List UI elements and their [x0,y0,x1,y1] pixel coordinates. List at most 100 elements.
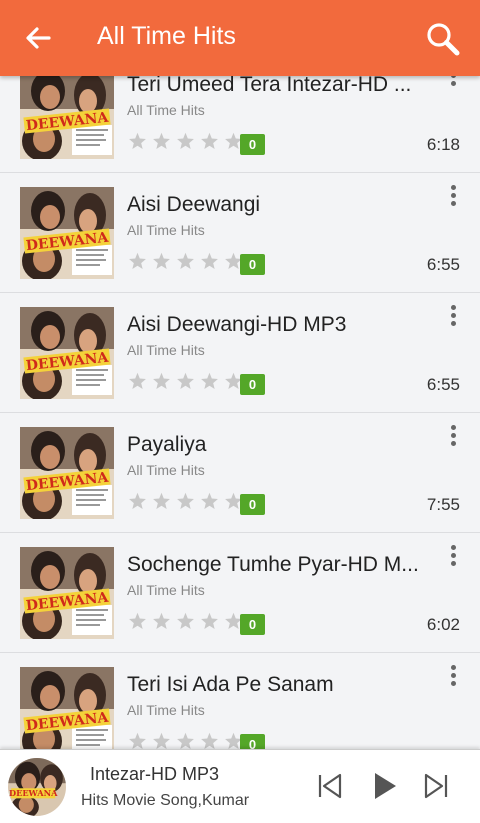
more-vert-icon [450,424,456,430]
star-icon[interactable] [199,371,220,392]
song-duration: 6:18 [426,135,460,154]
play-count-badge: 0 [240,494,265,515]
rating-stars[interactable] [127,491,244,512]
star-icon[interactable] [151,611,172,632]
song-title: Teri Umeed Tera Intezar-HD ... [127,73,412,96]
play-count-badge: 0 [240,734,265,749]
more-vert-icon [450,184,456,190]
album-art-image: DEEWANA [20,667,114,749]
star-icon[interactable] [151,731,172,749]
play-button[interactable] [368,770,400,802]
album-thumbnail: DEEWANA [20,67,114,159]
more-vert-icon [450,304,456,310]
page-title: All Time Hits [97,22,236,50]
more-vert-icon [450,664,456,670]
song-duration: 7:55 [426,495,460,514]
more-vert-dot [450,192,456,198]
skip-next-icon [424,773,448,799]
album-thumbnail: DEEWANA [20,307,114,399]
next-button[interactable] [420,770,452,802]
album-art-image: DEEWANA [20,307,114,399]
star-icon[interactable] [199,731,220,749]
player-song-subtitle: Hits Movie Song,Kumar [81,792,250,809]
song-row[interactable]: DEEWANA Teri Isi Ada Pe Sanam All Time Hit… [0,653,480,749]
more-options-button[interactable] [443,421,463,449]
album-art-image: DEEWANA [20,67,114,159]
song-album: All Time Hits [127,462,205,478]
star-icon[interactable] [127,131,148,152]
song-duration: 6:02 [426,615,460,634]
song-title: Payaliya [127,433,207,456]
back-button[interactable] [22,22,54,54]
song-row[interactable]: DEEWANA Payaliya All Time Hits 0 7:55 [0,413,480,533]
star-icon[interactable] [175,251,196,272]
star-icon[interactable] [151,371,172,392]
star-icon[interactable] [175,611,196,632]
play-count-badge: 0 [240,254,265,275]
rating-stars[interactable] [127,611,244,632]
star-icon[interactable] [127,731,148,749]
song-row[interactable]: DEEWANA Aisi Deewangi All Time Hits 0 6:55 [0,173,480,293]
more-vert-dot [450,440,456,446]
skip-previous-icon [318,773,342,799]
star-icon[interactable] [151,251,172,272]
star-icon[interactable] [127,611,148,632]
song-list[interactable]: DEEWANA Teri Umeed Tera Intezar-HD ... All… [0,61,480,749]
more-options-button[interactable] [443,301,463,329]
rating-stars[interactable] [127,371,244,392]
album-thumbnail: DEEWANA [20,187,114,279]
album-thumbnail: DEEWANA [20,547,114,639]
song-album: All Time Hits [127,102,205,118]
star-icon[interactable] [199,131,220,152]
star-icon[interactable] [175,371,196,392]
song-row[interactable]: DEEWANA Teri Umeed Tera Intezar-HD ... All… [0,61,480,173]
mini-player[interactable]: DEEWANA Intezar-HD MP3 Hits Movie Song,K… [0,749,480,823]
rating-stars[interactable] [127,131,244,152]
star-icon[interactable] [199,251,220,272]
arrow-left-icon [26,27,51,49]
album-logo-text: DEEWANA [9,788,58,798]
star-icon[interactable] [175,731,196,749]
more-options-button[interactable] [443,541,463,569]
song-album: All Time Hits [127,222,205,238]
player-album-art[interactable]: DEEWANA [8,758,66,816]
play-count-badge: 0 [240,374,265,395]
more-vert-dot [450,80,456,86]
album-thumbnail: DEEWANA [20,667,114,749]
song-title: Sochenge Tumhe Pyar-HD M... [127,553,419,576]
more-vert-dot [450,320,456,326]
rating-stars[interactable] [127,251,244,272]
song-row[interactable]: DEEWANA Aisi Deewangi-HD MP3 All Time Hits… [0,293,480,413]
star-icon[interactable] [151,131,172,152]
play-icon [375,773,396,799]
star-icon[interactable] [127,491,148,512]
song-album: All Time Hits [127,342,205,358]
previous-button[interactable] [314,770,346,802]
more-vert-dot [450,680,456,686]
song-duration: 6:55 [426,255,460,274]
search-icon [427,23,460,56]
more-vert-dot [450,672,456,678]
play-count-badge: 0 [240,614,265,635]
more-options-button[interactable] [443,661,463,689]
more-vert-dot [450,200,456,206]
rating-stars[interactable] [127,731,244,749]
song-title: Aisi Deewangi-HD MP3 [127,313,347,336]
song-album: All Time Hits [127,582,205,598]
album-art-image: DEEWANA [20,547,114,639]
song-row[interactable]: DEEWANA Sochenge Tumhe Pyar-HD M... All Ti… [0,533,480,653]
more-vert-icon [450,544,456,550]
star-icon[interactable] [175,131,196,152]
song-duration: 6:55 [426,375,460,394]
star-icon[interactable] [151,491,172,512]
star-icon[interactable] [127,371,148,392]
more-options-button[interactable] [443,181,463,209]
more-vert-dot [450,552,456,558]
star-icon[interactable] [199,611,220,632]
star-icon[interactable] [175,491,196,512]
star-icon[interactable] [127,251,148,272]
song-title: Teri Isi Ada Pe Sanam [127,673,334,696]
search-button[interactable] [424,20,462,58]
star-icon[interactable] [199,491,220,512]
album-art-image: DEEWANA [20,187,114,279]
